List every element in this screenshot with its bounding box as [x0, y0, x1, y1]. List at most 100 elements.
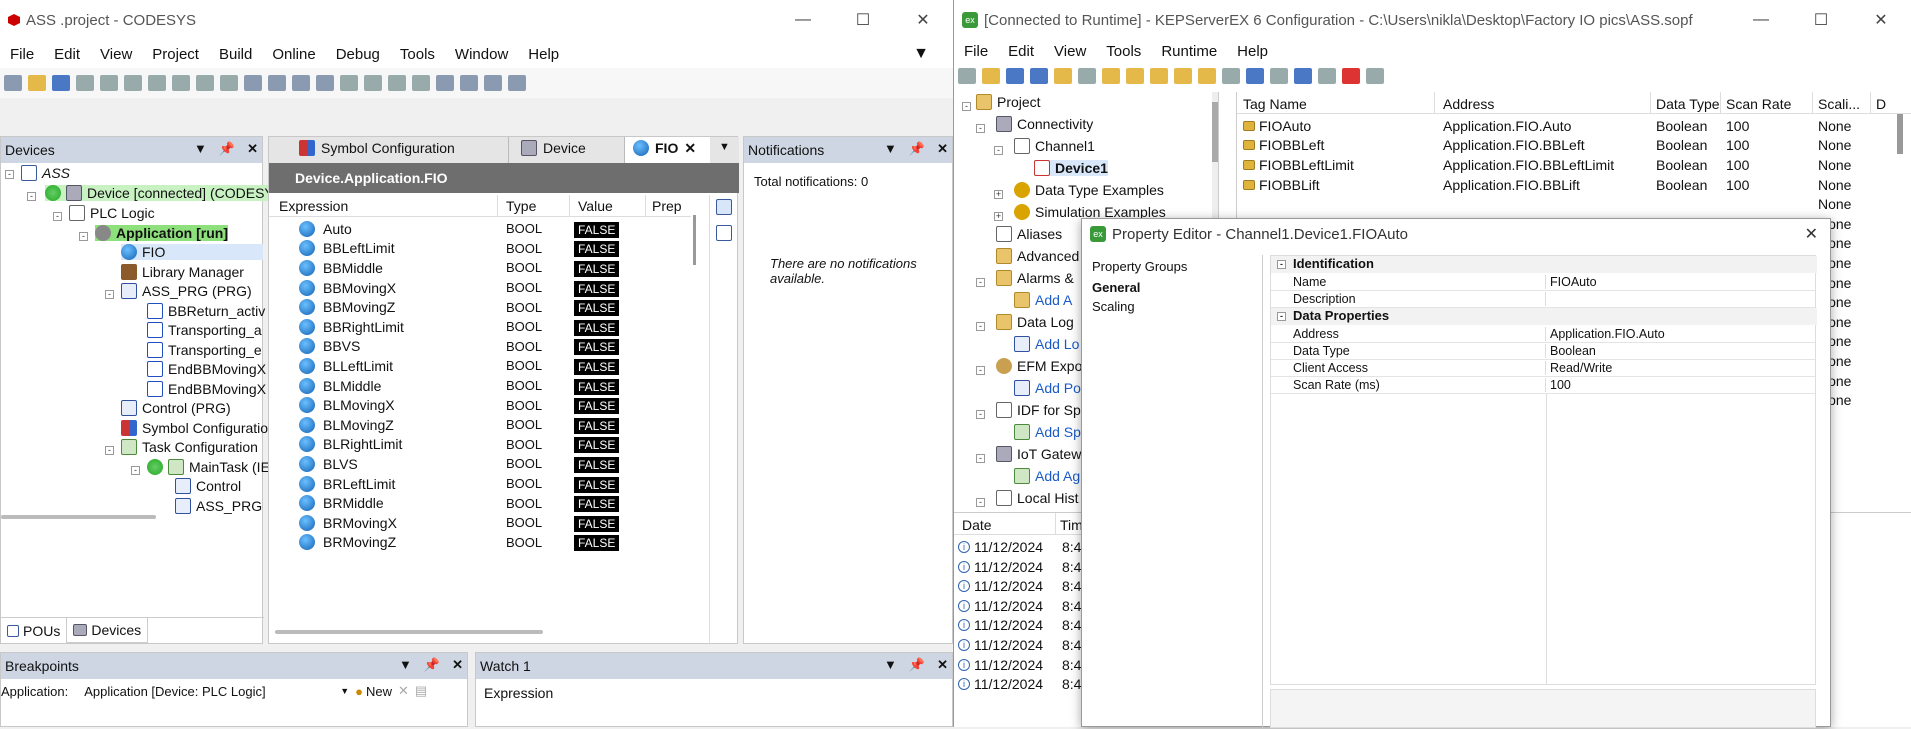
value-cell[interactable]: FALSE	[570, 260, 646, 277]
minimize-icon[interactable]: —	[773, 0, 833, 40]
prop-value[interactable]: Boolean	[1546, 344, 1596, 358]
col-expression[interactable]: Expression	[269, 195, 498, 216]
menu-file[interactable]: File	[0, 46, 44, 63]
save-as-icon[interactable]	[1030, 68, 1048, 84]
filter-icon[interactable]: ▼	[903, 45, 939, 63]
tree-item-maintask[interactable]: MainTask (IE	[147, 459, 270, 475]
find-prev-icon[interactable]	[316, 75, 334, 91]
value-cell[interactable]: FALSE	[570, 378, 646, 395]
table-row[interactable]: BLMovingX BOOL FALSE	[269, 395, 691, 415]
group-general[interactable]: General	[1082, 278, 1262, 297]
prop-row-data-type[interactable]: Data Type Boolean	[1271, 343, 1815, 360]
col-prepared[interactable]: Prep	[646, 195, 691, 216]
tree-item-ass-prg[interactable]: ASS_PRG (PRG)	[121, 283, 252, 299]
collapse-icon[interactable]: -	[976, 124, 985, 133]
table-row[interactable]: FIOBBLeftLimit Application.FIO.BBLeftLimi…	[1237, 155, 1911, 175]
menu-tools[interactable]: Tools	[390, 46, 445, 63]
close-tab-icon[interactable]: ✕	[684, 140, 696, 163]
table-row[interactable]: FIOAuto Application.FIO.Auto Boolean 100 Non…	[1237, 116, 1911, 136]
horizontal-scrollbar[interactable]	[275, 630, 543, 634]
tree-item-add-log[interactable]: Add Lo	[1014, 336, 1079, 352]
table-row[interactable]: BLMiddle BOOL FALSE	[269, 376, 691, 396]
properties-icon[interactable]	[1054, 68, 1072, 84]
value-cell[interactable]: FALSE	[570, 476, 646, 493]
menu-tools[interactable]: Tools	[1096, 43, 1151, 60]
taglist-scrollbar[interactable]	[1897, 114, 1903, 154]
menu-edit[interactable]: Edit	[44, 46, 90, 63]
application-select[interactable]: Application [Device: PLC Logic]	[74, 684, 334, 699]
list-item[interactable]: i 11/12/2024 8:4	[958, 578, 1081, 594]
collapse-icon[interactable]: -	[976, 322, 985, 331]
tree-item-project[interactable]: Project	[976, 94, 1041, 110]
menu-debug[interactable]: Debug	[326, 46, 390, 63]
table-row[interactable]: BBLeftLimit BOOL FALSE	[269, 239, 691, 259]
dropdown-icon[interactable]: ▼	[399, 657, 412, 673]
tree-item-idf[interactable]: IDF for Sp	[996, 402, 1081, 418]
collapse-icon[interactable]: -	[105, 446, 114, 455]
list-item[interactable]: i 11/12/2024 8:4	[958, 657, 1081, 673]
open-icon[interactable]	[982, 68, 1000, 84]
cut-icon[interactable]	[148, 75, 166, 91]
tabs-dropdown-icon[interactable]: ▼	[710, 137, 739, 163]
tree-item-library-manager[interactable]: Library Manager	[121, 264, 244, 280]
value-cell[interactable]: FALSE	[570, 417, 646, 434]
value-cell[interactable]: FALSE	[570, 456, 646, 473]
collapse-icon[interactable]: -	[1277, 260, 1286, 269]
table-row[interactable]: BBMovingX BOOL FALSE	[269, 278, 691, 298]
list-item[interactable]: i 11/12/2024 8:4	[958, 617, 1081, 633]
find-icon[interactable]	[244, 75, 262, 91]
value-cell[interactable]: FALSE	[570, 221, 646, 238]
table-row[interactable]: BLRightLimit BOOL FALSE	[269, 435, 691, 455]
tree-item-ass-prg-call[interactable]: ASS_PRG	[175, 498, 262, 514]
paste-icon[interactable]	[1318, 68, 1336, 84]
tree-item-action[interactable]: Transporting_e	[147, 342, 262, 358]
col-tag-name[interactable]: Tag Name	[1237, 92, 1435, 113]
menu-online[interactable]: Online	[262, 46, 325, 63]
redo-icon[interactable]	[124, 75, 142, 91]
menu-build[interactable]: Build	[209, 46, 262, 63]
collapse-icon[interactable]: -	[27, 192, 36, 201]
vertical-scrollbar[interactable]	[693, 215, 696, 265]
bookmark-clear-icon[interactable]	[412, 75, 430, 91]
collapse-icon[interactable]: -	[5, 170, 14, 179]
tab-devices[interactable]: Devices	[66, 618, 149, 643]
close-icon[interactable]: ✕	[247, 141, 258, 157]
undo-icon[interactable]	[100, 75, 118, 91]
collapse-icon[interactable]: -	[1277, 312, 1286, 321]
tab-fio[interactable]: FIO ✕	[625, 137, 710, 163]
tree-item-action[interactable]: BBReturn_activ	[147, 303, 265, 319]
table-row[interactable]: BBRightLimit BOOL FALSE	[269, 317, 691, 337]
tree-item-control[interactable]: Control (PRG)	[121, 400, 231, 416]
prop-row-client-access[interactable]: Client Access Read/Write	[1271, 360, 1815, 377]
scroll-thumb[interactable]	[1212, 102, 1218, 162]
list-item[interactable]: i 11/12/2024 8:4	[958, 676, 1081, 692]
list-item[interactable]: i 11/12/2024 8:4	[958, 637, 1081, 653]
list-item[interactable]: i 11/12/2024 8:4	[958, 559, 1081, 575]
section-identification[interactable]: - Identification	[1271, 256, 1817, 273]
menu-edit[interactable]: Edit	[998, 43, 1044, 60]
tab-pous[interactable]: POUs	[1, 618, 66, 643]
delete-icon[interactable]	[220, 75, 238, 91]
close-icon[interactable]: ✕	[1851, 0, 1911, 40]
tree-item-local-historian[interactable]: Local Hist	[996, 490, 1078, 506]
tree-item-device[interactable]: Device [connected] (CODESYS	[45, 185, 284, 201]
pin-icon[interactable]: 📌	[909, 657, 925, 673]
collapse-icon[interactable]: -	[976, 278, 985, 287]
tree-item-device1[interactable]: Device1	[1034, 160, 1108, 176]
new-group-icon[interactable]	[1126, 68, 1144, 84]
tree-item-connectivity[interactable]: Connectivity	[996, 116, 1093, 132]
value-cell[interactable]: FALSE	[570, 338, 646, 356]
table-view-icon[interactable]	[716, 225, 732, 241]
tree-item-add-agent[interactable]: Add Ag	[1014, 468, 1080, 484]
tree-item-alarms[interactable]: Alarms &	[996, 270, 1074, 286]
prop-value[interactable]: FIOAuto	[1546, 275, 1597, 289]
collapse-icon[interactable]: -	[976, 410, 985, 419]
tab-device[interactable]: Device	[509, 137, 625, 163]
menu-runtime[interactable]: Runtime	[1151, 43, 1227, 60]
bookmark-prev-icon[interactable]	[388, 75, 406, 91]
device-config-icon[interactable]	[460, 75, 478, 91]
export-icon[interactable]	[484, 75, 502, 91]
col-address[interactable]: Address	[1435, 92, 1651, 113]
value-cell[interactable]: FALSE	[570, 299, 646, 317]
table-row[interactable]: BLVS BOOL FALSE	[269, 454, 691, 474]
